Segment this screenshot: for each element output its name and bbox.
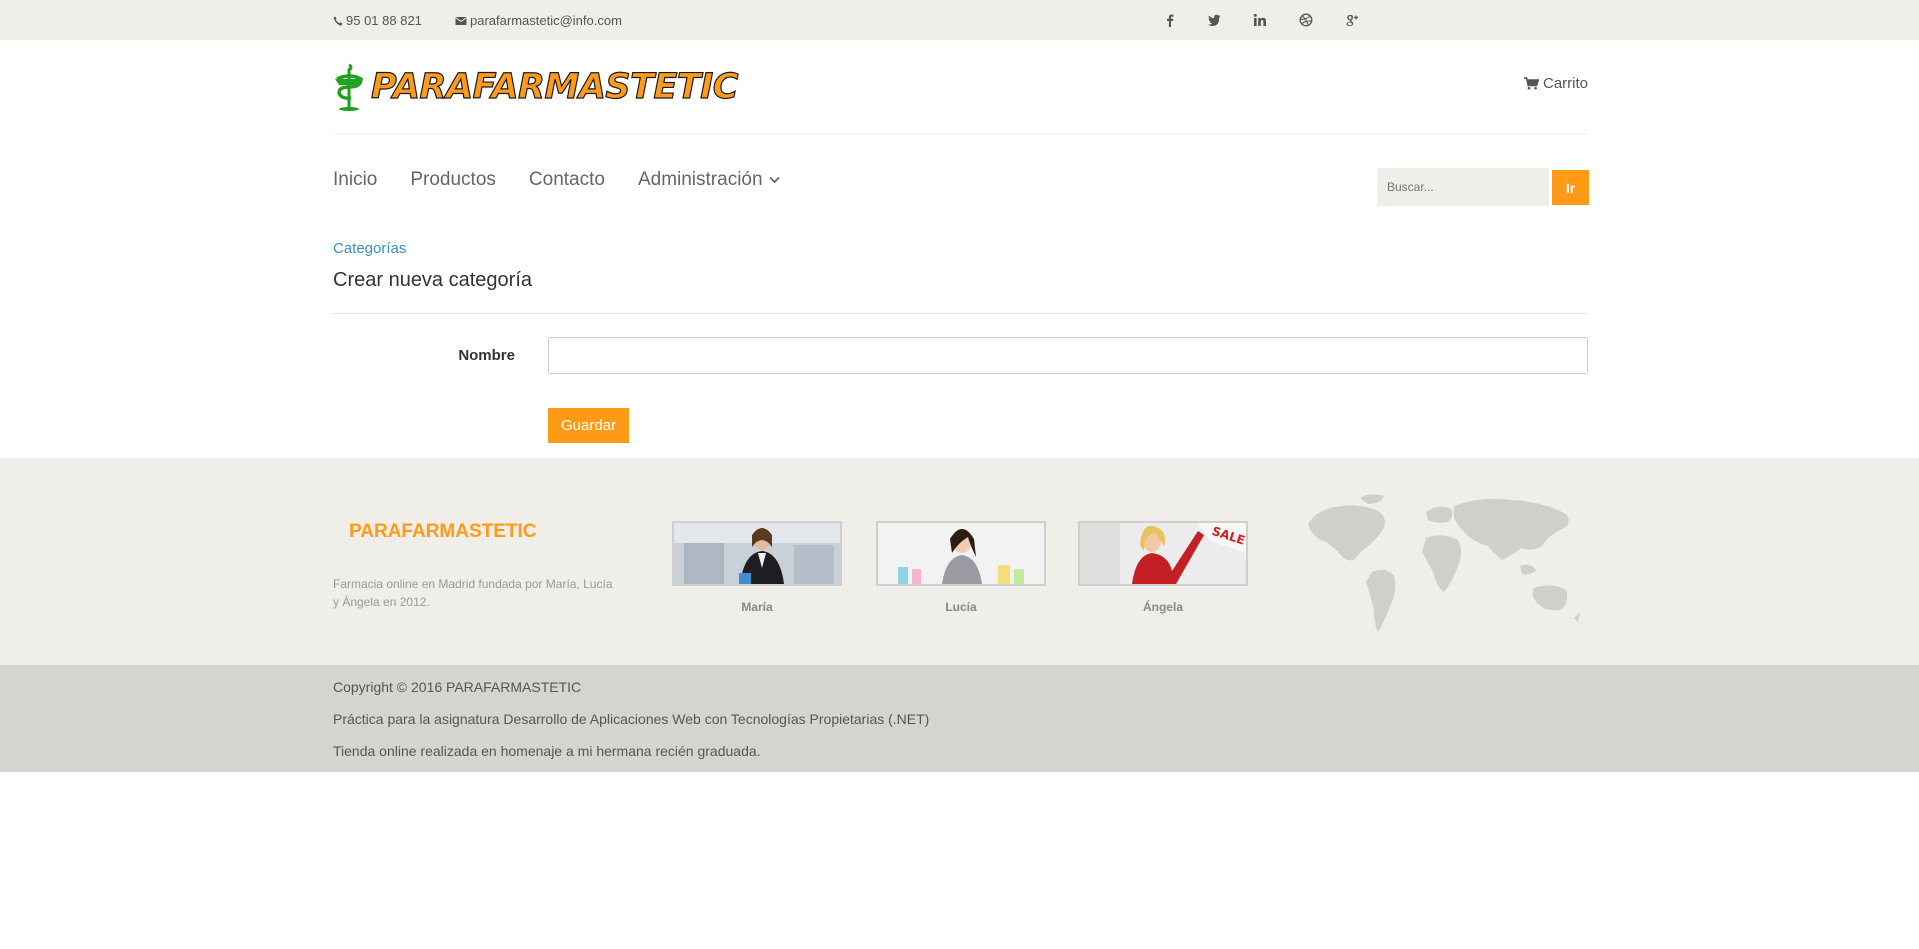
team-member-maria[interactable]: María <box>672 521 842 614</box>
phone-number: 95 01 88 821 <box>346 13 422 28</box>
team-member-lucia[interactable]: Lucía <box>876 521 1046 614</box>
main-nav: Inicio Productos Contacto Administración <box>333 165 780 195</box>
site-header: PARAFARMASTETIC Carrito <box>333 40 1588 134</box>
member-photo-lucia <box>876 521 1046 586</box>
logo-text: PARAFARMASTETIC <box>370 66 739 107</box>
nav-item-administracion[interactable]: Administración <box>638 165 780 195</box>
copyright-bar: Copyright © 2016 PARAFARMASTETIC Práctic… <box>0 665 1919 772</box>
nav-item-productos[interactable]: Productos <box>410 165 496 195</box>
name-field[interactable] <box>548 337 1588 374</box>
nav-item-inicio[interactable]: Inicio <box>333 165 377 195</box>
caduceus-icon <box>335 63 363 111</box>
search-button[interactable]: Ir <box>1552 170 1589 205</box>
chevron-down-icon <box>768 176 780 184</box>
team-member-angela[interactable]: SALE Ángela <box>1078 521 1248 614</box>
linkedin-icon[interactable] <box>1249 9 1271 31</box>
copyright-text: Copyright © 2016 PARAFARMASTETIC <box>333 679 582 695</box>
top-bar: 95 01 88 821 parafarmastetic@info.com <box>0 0 1919 40</box>
twitter-icon[interactable] <box>1203 9 1225 31</box>
world-map-image <box>1308 494 1580 632</box>
member-name: María <box>741 600 773 614</box>
cart-link[interactable]: Carrito <box>1523 75 1588 92</box>
member-name: Lucía <box>945 600 977 614</box>
search-form: Ir <box>1377 168 1589 206</box>
contact-email[interactable]: parafarmastetic@info.com <box>455 13 622 28</box>
site-footer: PARAFARMASTETIC Farmacia online en Madri… <box>0 458 1919 665</box>
nav-item-administracion-label: Administración <box>637 169 763 190</box>
phone-icon <box>333 16 343 26</box>
email-address: parafarmastetic@info.com <box>470 13 622 28</box>
save-button[interactable]: Guardar <box>548 408 629 443</box>
search-input[interactable] <box>1377 168 1549 206</box>
shopping-cart-icon <box>1523 77 1539 90</box>
contact-phone: 95 01 88 821 <box>333 13 422 28</box>
breadcrumb-categorias[interactable]: Categorías <box>333 240 406 257</box>
footer-brand: PARAFARMASTETIC <box>349 521 537 542</box>
dedication-text: Tienda online realizada en homenaje a mi… <box>333 743 761 759</box>
envelope-icon <box>455 16 467 25</box>
divider <box>333 313 1588 314</box>
google-plus-icon[interactable] <box>1341 9 1363 31</box>
nav-item-contacto[interactable]: Contacto <box>529 165 605 195</box>
course-text: Práctica para la asignatura Desarrollo d… <box>333 711 930 727</box>
member-photo-angela: SALE <box>1078 521 1248 586</box>
dribbble-icon[interactable] <box>1295 9 1317 31</box>
name-field-label: Nombre <box>458 347 515 364</box>
page-title: Crear nueva categoría <box>333 269 533 291</box>
member-photo-maria <box>672 521 842 586</box>
cart-label: Carrito <box>1542 75 1588 92</box>
facebook-icon[interactable] <box>1159 9 1181 31</box>
footer-description: Farmacia online en Madrid fundada por Ma… <box>333 577 613 609</box>
site-logo[interactable]: PARAFARMASTETIC <box>333 62 739 112</box>
member-name: Ángela <box>1142 600 1183 614</box>
